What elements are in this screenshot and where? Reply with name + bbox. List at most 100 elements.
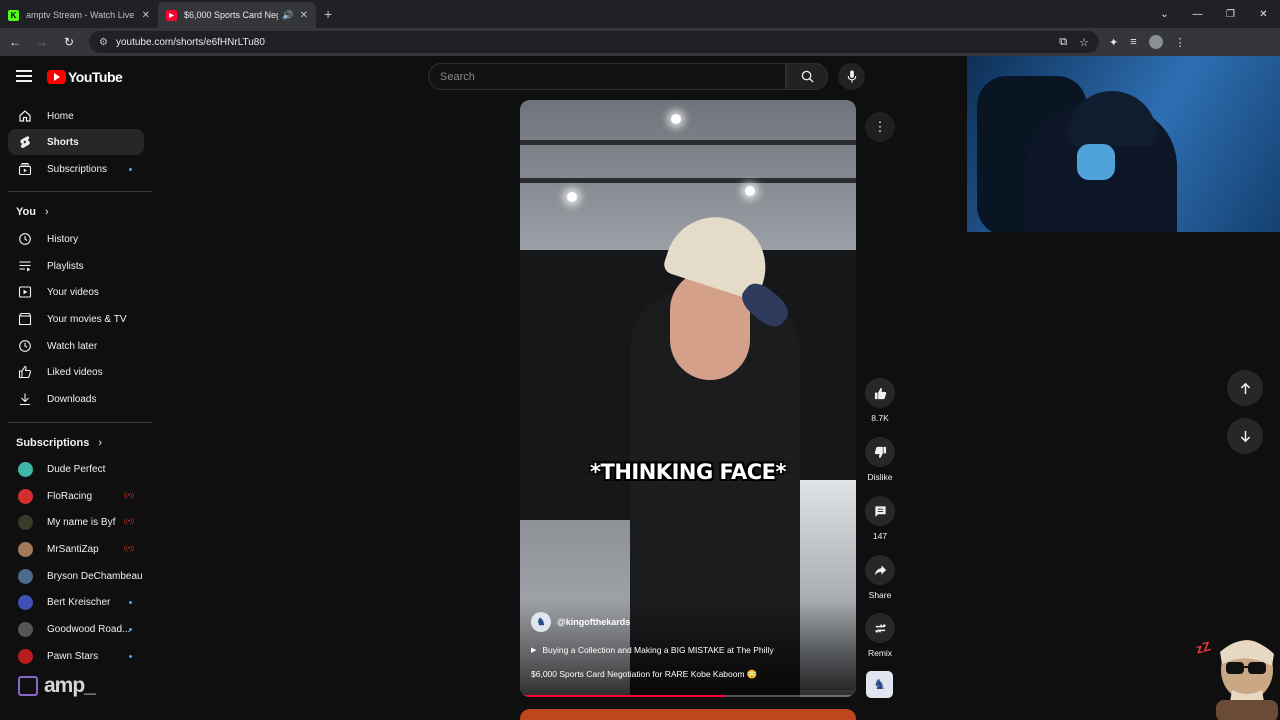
sidebar-channel-bert-kreischer[interactable]: Bert Kreischer — [8, 589, 144, 615]
new-tab-icon[interactable]: + — [324, 6, 332, 22]
next-short-preview[interactable] — [520, 709, 856, 720]
minimize-icon[interactable]: — — [1181, 0, 1214, 28]
ceiling-light — [567, 192, 577, 202]
install-app-icon[interactable]: ⧉ — [1059, 36, 1067, 49]
movies-icon — [18, 312, 32, 326]
channel-name: FloRacing — [47, 490, 93, 502]
previous-short-button[interactable] — [1227, 370, 1263, 406]
original-sound-thumbnail[interactable]: ♞ — [866, 671, 893, 698]
short-progress-bar[interactable] — [520, 695, 856, 697]
more-vertical-icon: ⋮ — [873, 119, 887, 134]
hamburger-menu-icon[interactable] — [16, 70, 32, 82]
browser-toolbar: ← → ↻ ⚙ youtube.com/shorts/e6fHNrLTu80 ⧉… — [0, 28, 1280, 56]
browser-tab-kick[interactable]: K amptv Stream - Watch Live on K ✕ — [0, 2, 158, 28]
sidebar-item-shorts[interactable]: Shorts — [8, 129, 144, 155]
dislike-button[interactable] — [865, 437, 895, 467]
sidebar-item-movies[interactable]: Your movies & TV — [8, 306, 144, 332]
sidebar-item-label: Watch later — [47, 340, 98, 352]
bookmark-star-icon[interactable]: ☆ — [1079, 36, 1089, 49]
tab-close-icon[interactable]: ✕ — [300, 10, 308, 21]
comment-count: 147 — [872, 531, 888, 541]
back-icon[interactable]: ← — [3, 30, 27, 54]
thumbs-down-icon — [874, 446, 886, 458]
channel-name: My name is Byf — [47, 516, 116, 528]
share-icon — [874, 564, 886, 576]
channel-avatar — [18, 488, 33, 504]
browser-menu-icon[interactable]: ⋮ — [1175, 36, 1186, 49]
more-options-button[interactable]: ⋮ — [865, 112, 895, 142]
youtube-logo-text: YouTube — [68, 69, 123, 85]
new-content-dot — [129, 654, 132, 658]
media-controls-icon[interactable]: ≡ — [1130, 36, 1136, 48]
tab-close-icon[interactable]: ✕ — [142, 10, 150, 21]
channel-logo-icon: ♞ — [873, 676, 886, 692]
address-bar[interactable]: ⚙ youtube.com/shorts/e6fHNrLTu80 ⧉ ☆ — [89, 31, 1099, 53]
reload-icon[interactable]: ↻ — [57, 30, 81, 54]
remix-action[interactable]: Remix — [862, 613, 898, 658]
comments-action[interactable]: 147 — [862, 496, 898, 541]
speaker-icon[interactable]: 🔊 — [282, 10, 293, 21]
sidebar-channel-my-name-is-byf[interactable]: My name is Byf ((•)) — [8, 509, 144, 535]
tab-title: amptv Stream - Watch Live on K — [26, 10, 136, 20]
search-input[interactable]: Search — [428, 63, 786, 90]
search-icon — [801, 70, 814, 83]
new-content-dot — [129, 600, 132, 604]
share-action[interactable]: Share — [862, 555, 898, 600]
sidebar-item-label: Subscriptions — [47, 163, 108, 175]
sidebar-item-label: Shorts — [47, 136, 79, 148]
search-button[interactable] — [786, 63, 828, 90]
like-action[interactable]: 8.7K — [862, 378, 898, 423]
sidebar-item-liked-videos[interactable]: Liked videos — [8, 359, 144, 385]
sidebar-channel-floracing[interactable]: FloRacing ((•)) — [8, 483, 144, 509]
your-videos-icon — [18, 285, 32, 299]
sidebar-channel-goodwood-road[interactable]: Goodwood Road... — [8, 616, 144, 642]
youtube-logo[interactable]: YouTube — [47, 69, 123, 85]
site-info-icon[interactable]: ⚙ — [99, 37, 108, 48]
like-button[interactable] — [865, 378, 895, 408]
voice-search-button[interactable] — [838, 63, 865, 90]
tab-search-icon[interactable]: ⌄ — [1148, 0, 1181, 28]
microphone-icon — [847, 70, 856, 83]
sidebar-channel-bryson-dechambeau[interactable]: Bryson DeChambeau — [8, 563, 144, 589]
sidebar-channel-pawn-stars[interactable]: Pawn Stars — [8, 643, 144, 669]
sidebar-channel-mrsantizap[interactable]: MrSantiZap ((•)) — [8, 536, 144, 562]
sidebar: Home Shorts Subscriptions You › History … — [0, 100, 154, 720]
related-video-link[interactable]: ▶ Buying a Collection and Making a BIG M… — [531, 645, 774, 655]
sidebar-channel-dude-perfect[interactable]: Dude Perfect — [8, 456, 144, 482]
channel-avatar — [18, 514, 33, 530]
short-video-player[interactable]: *THINKING FACE* ♞ @kingofthekards ▶ Buyi… — [520, 100, 856, 697]
sidebar-item-your-videos[interactable]: Your videos — [8, 279, 144, 305]
sidebar-item-home[interactable]: Home — [8, 103, 144, 129]
sidebar-item-playlists[interactable]: Playlists — [8, 253, 144, 279]
browser-tab-youtube[interactable]: ▶ $6,000 Sports Card Negotia 🔊 ✕ — [158, 2, 316, 28]
sidebar-item-subscriptions[interactable]: Subscriptions — [8, 156, 144, 182]
restore-icon[interactable]: ❐ — [1214, 0, 1247, 28]
subscriptions-header-label: Subscriptions — [16, 437, 90, 449]
sidebar-item-history[interactable]: History — [8, 226, 144, 252]
share-button[interactable] — [865, 555, 895, 585]
comments-button[interactable] — [865, 496, 895, 526]
search-placeholder: Search — [440, 70, 475, 83]
remix-button[interactable] — [865, 613, 895, 643]
watermark-text: amp_ — [44, 674, 96, 697]
forward-icon[interactable]: → — [30, 30, 54, 54]
profile-avatar[interactable] — [1148, 35, 1163, 49]
next-short-button[interactable] — [1227, 418, 1263, 454]
sidebar-item-downloads[interactable]: Downloads — [8, 386, 144, 412]
play-icon: ▶ — [531, 647, 537, 654]
close-window-icon[interactable]: ✕ — [1247, 0, 1280, 28]
sidebar-subscriptions-header[interactable]: Subscriptions › — [16, 437, 102, 449]
sidebar-item-label: Your videos — [47, 286, 99, 298]
sidebar-item-watch-later[interactable]: Watch later — [8, 333, 144, 359]
channel-name: MrSantiZap — [47, 543, 99, 555]
sidebar-you-header[interactable]: You › — [16, 206, 49, 218]
dislike-label: Dislike — [867, 472, 893, 482]
channel-name: Bert Kreischer — [47, 596, 111, 608]
channel-handle: @kingofthekards — [557, 617, 631, 627]
dislike-action[interactable]: Dislike — [862, 437, 898, 482]
streamer-webcam-overlay — [967, 56, 1280, 232]
new-content-dot — [129, 167, 132, 171]
extensions-icon[interactable]: ✦ — [1109, 36, 1118, 49]
short-title: $6,000 Sports Card Negotiation for RARE … — [531, 669, 758, 679]
short-channel[interactable]: ♞ @kingofthekards — [531, 612, 630, 632]
